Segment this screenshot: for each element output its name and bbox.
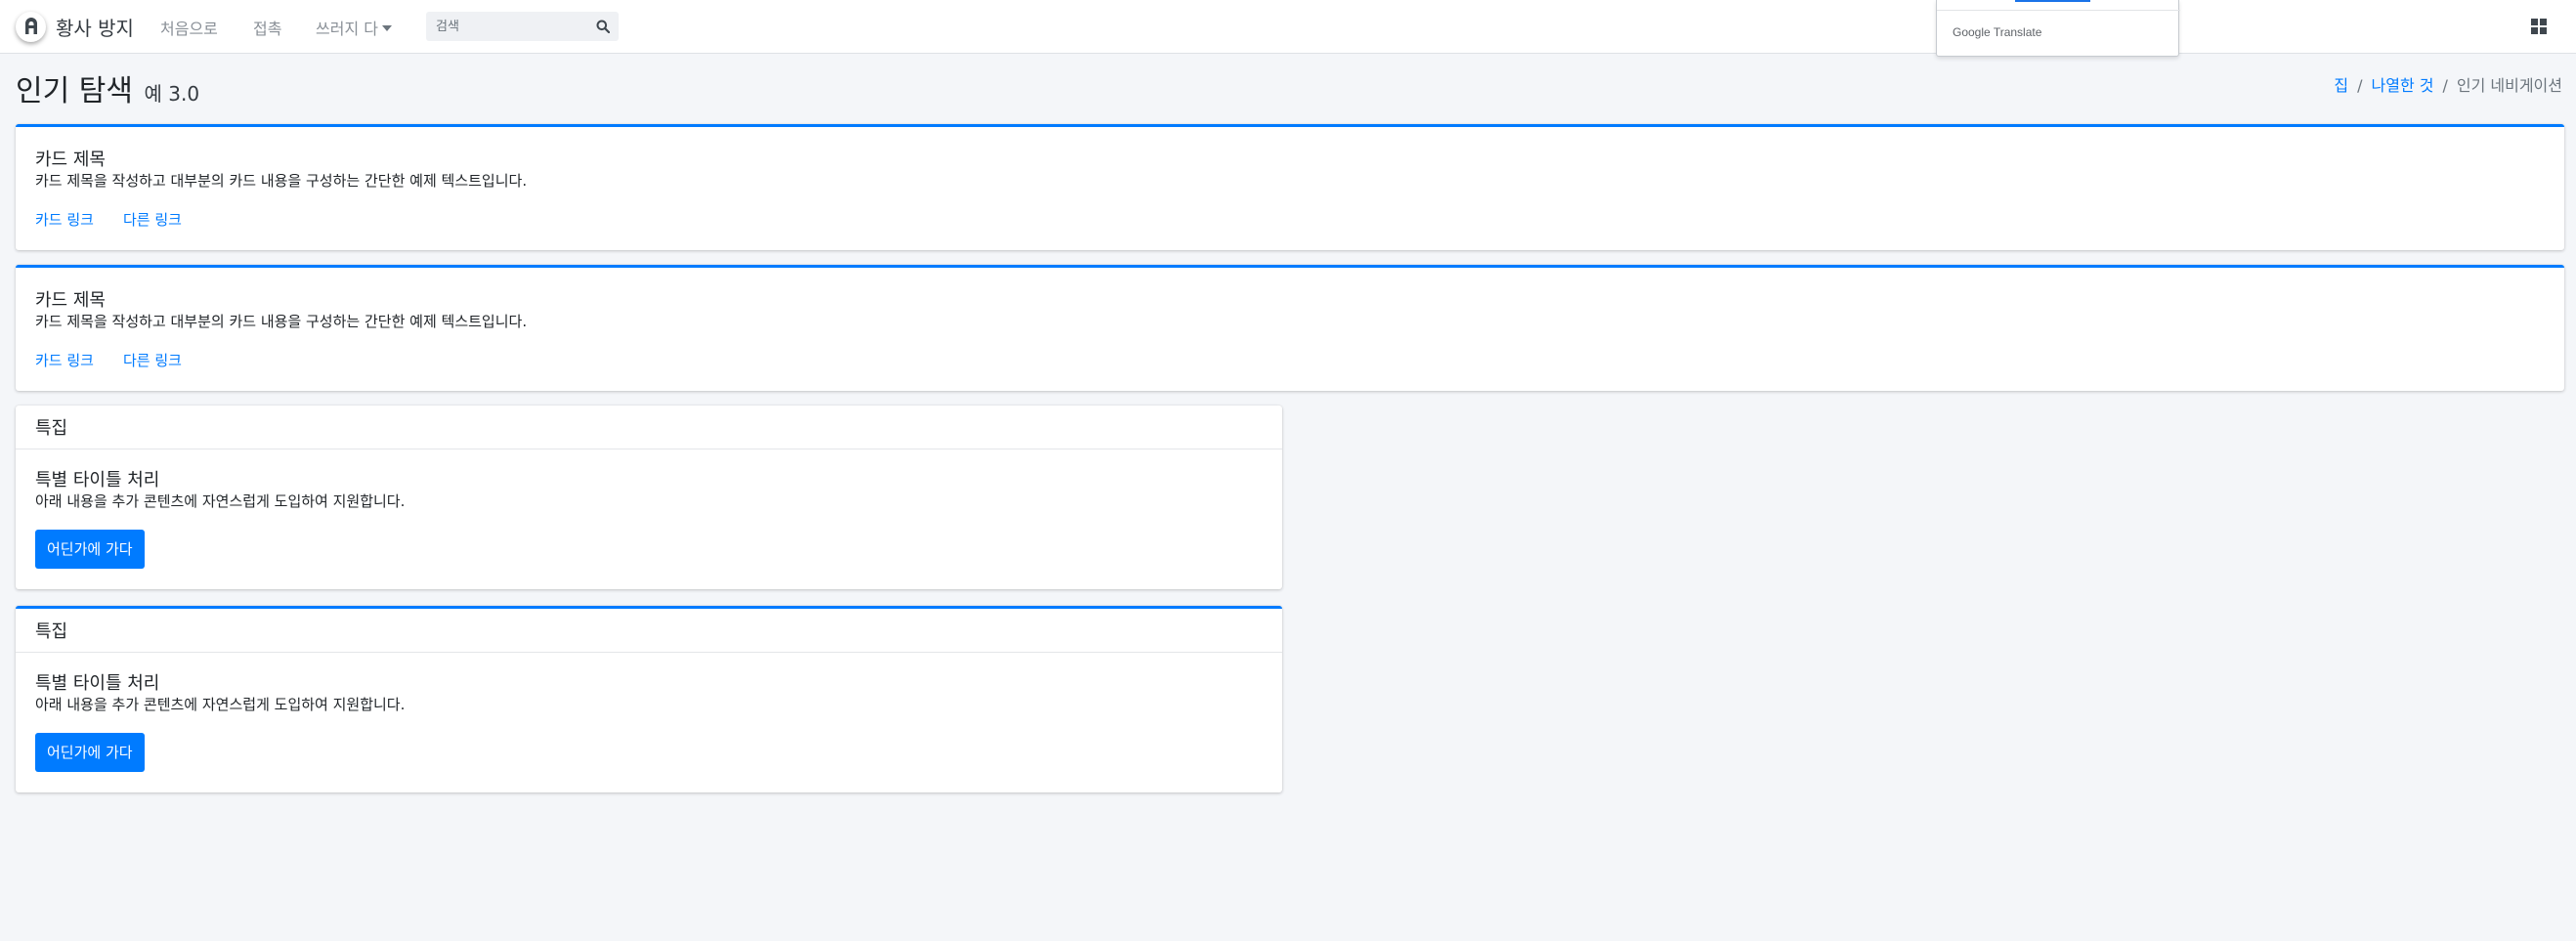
- card-text: 카드 제목을 작성하고 대부분의 카드 내용을 구성하는 간단한 예제 텍스트입…: [35, 172, 528, 190]
- featured-card-2: 특집 특별 타이틀 처리 아래 내용을 추가 콘텐츠에 자연스럽게 도입하여 지…: [16, 606, 1282, 792]
- breadcrumb-active: 인기 네비게이션: [2456, 76, 2562, 95]
- card-header: 특집: [16, 609, 1282, 653]
- brand[interactable]: 황사 방지: [16, 11, 134, 42]
- search-form: [426, 12, 619, 41]
- card-title: 특별 타이틀 처리: [35, 673, 160, 694]
- translate-divider: [1937, 10, 2180, 11]
- breadcrumb: 집 / 나열한 것 / 인기 네비게이션: [2334, 72, 2562, 96]
- google-wordmark: Google: [1953, 25, 1991, 39]
- nav-dropdown-toggle[interactable]: 쓰러지 다: [316, 16, 392, 39]
- page-title-text: 인기 탐색: [16, 74, 133, 108]
- search-button[interactable]: [587, 12, 619, 41]
- card-link[interactable]: 카드 링크: [35, 350, 94, 370]
- breadcrumb-separator: /: [2357, 76, 2363, 95]
- card-title: 특별 타이틀 처리: [35, 470, 160, 491]
- card-text: 아래 내용을 추가 콘텐츠에 자연스럽게 도입하여 지원합니다.: [35, 492, 406, 510]
- page-title: 인기 탐색 예 3.0: [16, 66, 199, 109]
- go-somewhere-button[interactable]: 어딘가에 가다: [35, 733, 145, 772]
- card-text: 카드 제목을 작성하고 대부분의 카드 내용을 구성하는 간단한 예제 텍스트입…: [35, 313, 528, 330]
- card-1: 카드 제목 카드 제목을 작성하고 대부분의 카드 내용을 구성하는 간단한 예…: [16, 124, 2564, 250]
- card-header: 특집: [16, 406, 1282, 449]
- card-link-other[interactable]: 다른 링크: [123, 209, 182, 230]
- caret-down-icon: [381, 24, 392, 31]
- google-translate-widget: Google Translate: [1936, 0, 2180, 57]
- translate-wordmark: Translate: [1993, 25, 2042, 39]
- card-link[interactable]: 카드 링크: [35, 209, 94, 230]
- breadcrumb-list[interactable]: 나열한 것: [2372, 76, 2434, 95]
- top-navbar: 황사 방지 처음으로 접촉 쓰러지 다: [0, 0, 2576, 54]
- card-link-other[interactable]: 다른 링크: [123, 350, 182, 370]
- nav-link-home[interactable]: 처음으로: [160, 16, 218, 39]
- page-version: 예 3.0: [144, 82, 200, 106]
- google-translate-brand[interactable]: Google Translate: [1953, 25, 2041, 39]
- featured-card-1: 특집 특별 타이틀 처리 아래 내용을 추가 콘텐츠에 자연스럽게 도입하여 지…: [16, 406, 1282, 589]
- card-text: 아래 내용을 추가 콘텐츠에 자연스럽게 도입하여 지원합니다.: [35, 696, 406, 713]
- card-title: 카드 제목: [35, 150, 106, 170]
- brand-logo-icon: [16, 11, 46, 42]
- card-title: 카드 제목: [35, 290, 106, 311]
- brand-name: 황사 방지: [56, 16, 134, 40]
- card-2: 카드 제목 카드 제목을 작성하고 대부분의 카드 내용을 구성하는 간단한 예…: [16, 265, 2564, 391]
- nav-link-contact[interactable]: 접촉: [253, 16, 281, 39]
- card-header-title: 특집: [35, 621, 68, 642]
- search-icon: [596, 20, 610, 33]
- go-somewhere-button[interactable]: 어딘가에 가다: [35, 530, 145, 569]
- breadcrumb-home[interactable]: 집: [2334, 76, 2348, 95]
- search-input[interactable]: [426, 12, 587, 41]
- nav-dropdown-label: 쓰러지 다: [316, 20, 378, 38]
- card-header-title: 특집: [35, 418, 68, 439]
- breadcrumb-separator: /: [2442, 76, 2448, 95]
- apps-grid-icon[interactable]: [2531, 19, 2547, 34]
- translate-active-indicator: [2015, 0, 2090, 2]
